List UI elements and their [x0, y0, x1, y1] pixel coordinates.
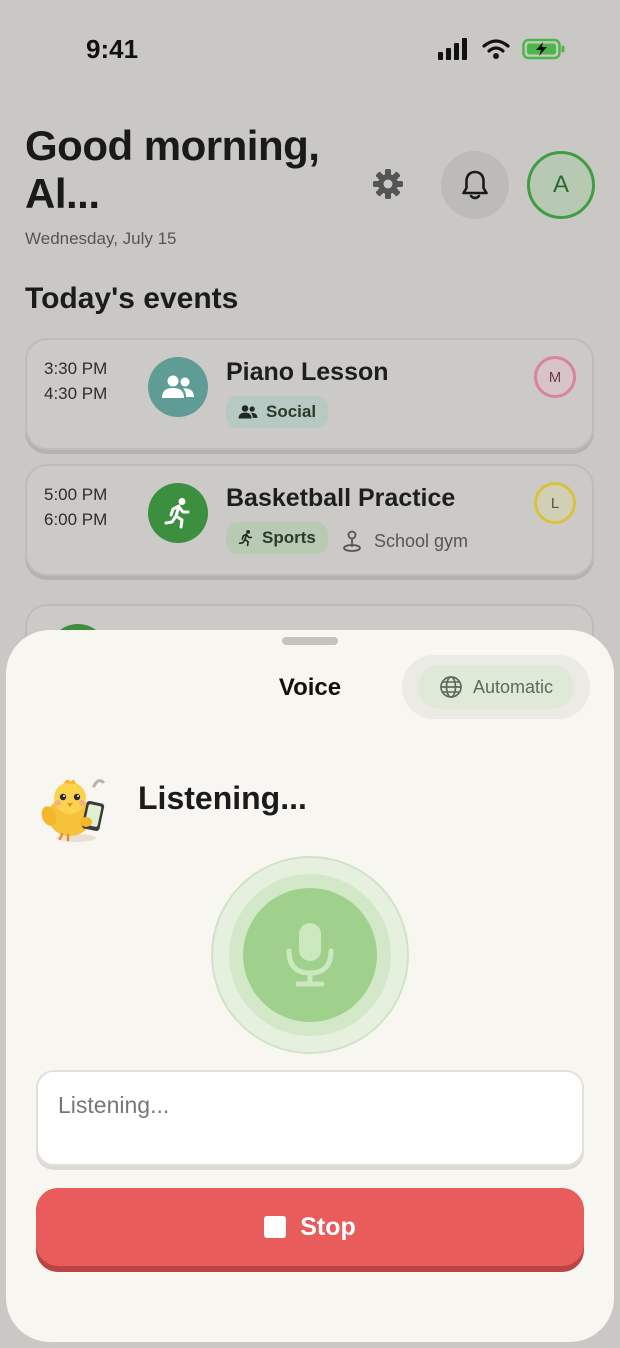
bell-icon: [462, 170, 488, 200]
microphone-icon: [286, 923, 334, 987]
running-icon: [238, 530, 253, 547]
event-start-time: 5:00 PM: [44, 485, 108, 504]
stop-button-label: Stop: [300, 1212, 356, 1241]
wifi-icon: [482, 39, 510, 59]
location-pin-icon: [343, 530, 361, 552]
user-avatar[interactable]: A: [527, 151, 595, 219]
signal-icon: [438, 38, 467, 60]
gear-icon: [373, 169, 403, 199]
status-icons: [438, 38, 566, 60]
event-title: Piano Lesson: [226, 358, 389, 386]
greeting-title: Good morning, Al...: [25, 122, 320, 217]
event-end-time: 4:30 PM: [44, 384, 108, 403]
globe-icon: [440, 676, 462, 698]
chick-mascot-icon: [41, 779, 105, 842]
event-assignee-avatar[interactable]: L: [534, 482, 576, 524]
battery-charging-icon: [522, 38, 565, 60]
event-card[interactable]: 3:30 PM 4:30 PM Piano Lesson Social M: [25, 338, 594, 450]
section-title-todays-events: Today's events: [25, 282, 239, 315]
event-category-icon: [148, 357, 208, 417]
running-icon: [164, 498, 190, 529]
event-assignee-avatar[interactable]: M: [534, 356, 576, 398]
event-time-range: 3:30 PM 4:30 PM: [44, 356, 107, 406]
transcript-field[interactable]: Listening...: [36, 1070, 584, 1166]
status-time: 9:41: [86, 34, 139, 64]
event-tag: Sports: [226, 522, 328, 554]
event-tag: Social: [226, 396, 329, 428]
voice-sheet: Voice Automatic Listening... Listening..…: [6, 630, 614, 1342]
notifications-button[interactable]: [441, 151, 509, 219]
event-end-time: 6:00 PM: [44, 510, 108, 529]
event-tag-label: Social: [266, 402, 317, 421]
people-icon: [238, 405, 258, 419]
language-button[interactable]: Automatic: [418, 665, 574, 709]
current-date: Wednesday, July 15: [25, 229, 177, 248]
people-icon: [162, 375, 194, 398]
event-location: School gym: [342, 530, 468, 552]
event-card[interactable]: 5:00 PM 6:00 PM Basketball Practice Spor…: [25, 464, 594, 576]
listening-status: Listening...: [138, 780, 307, 816]
event-start-time: 3:30 PM: [44, 359, 108, 378]
settings-button[interactable]: [364, 160, 412, 208]
mic-area: [211, 856, 409, 1054]
status-bar: 9:41: [0, 0, 620, 100]
mic-button[interactable]: [243, 888, 377, 1022]
event-location-label: School gym: [374, 530, 469, 551]
stop-icon: [264, 1216, 287, 1238]
event-title: Basketball Practice: [226, 484, 456, 512]
event-tag-label: Sports: [262, 528, 316, 547]
stop-button[interactable]: Stop: [36, 1188, 584, 1266]
language-label: Automatic: [472, 676, 554, 697]
event-category-icon: [148, 483, 208, 543]
language-selector: Automatic: [402, 655, 590, 719]
event-time-range: 5:00 PM 6:00 PM: [44, 482, 107, 532]
sheet-drag-handle[interactable]: [282, 637, 338, 645]
